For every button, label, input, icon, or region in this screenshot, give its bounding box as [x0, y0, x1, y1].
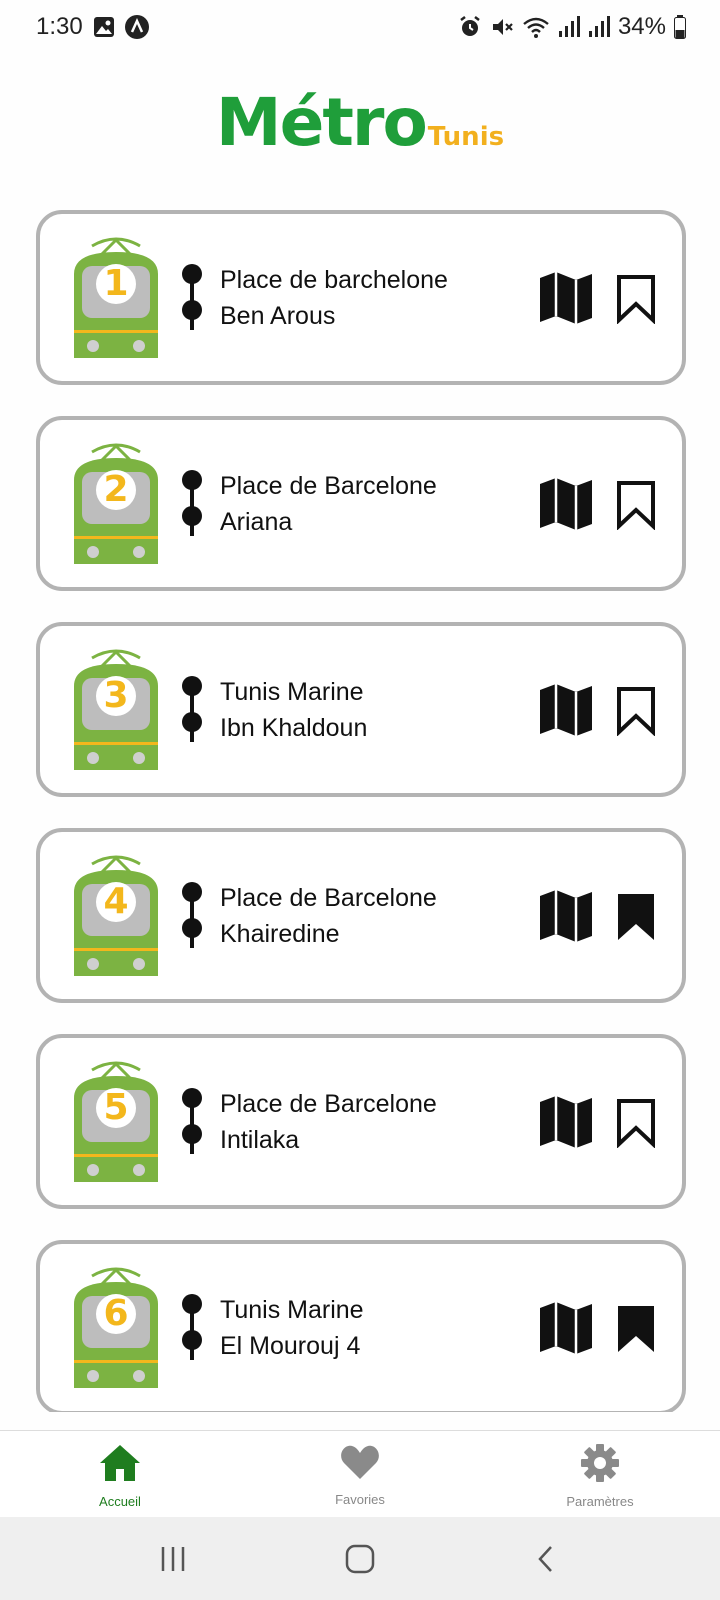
nav-item-parametres[interactable]: Paramètres [480, 1431, 720, 1517]
nav-item-accueil[interactable]: Accueil [0, 1431, 240, 1517]
map-icon[interactable] [538, 270, 594, 326]
signal-icon [588, 15, 610, 39]
station-to: Ariana [220, 508, 293, 536]
bookmark-outline-icon[interactable] [614, 274, 658, 325]
route-stops-icon [180, 674, 204, 746]
gear-icon [580, 1443, 620, 1488]
map-icon[interactable] [538, 1300, 594, 1356]
line-stations: Place de Barcelone Intilaka [220, 1086, 540, 1158]
bottom-navigation: Accueil Favories Paramètres [0, 1430, 720, 1517]
route-stops-icon [180, 262, 204, 334]
status-bar: 1:30 34% [0, 0, 720, 54]
line-stations: Place de barchelone Ben Arous [220, 262, 540, 334]
station-from: Tunis Marine [220, 1296, 364, 1324]
station-from: Place de barchelone [220, 266, 448, 294]
line-number: 2 [96, 470, 136, 510]
line-number: 6 [96, 1294, 136, 1334]
recents-icon[interactable] [143, 1529, 203, 1589]
status-left: 1:30 [36, 13, 149, 41]
wifi-icon [522, 15, 550, 39]
route-stops-icon [180, 880, 204, 952]
line-number: 3 [96, 676, 136, 716]
bookmark-filled-icon[interactable] [614, 1304, 658, 1354]
line-card-2[interactable]: 2 Place de Barcelone Ariana [36, 416, 686, 591]
bookmark-outline-icon[interactable] [614, 480, 658, 531]
logo-tunis-text: Tunis [427, 122, 505, 152]
map-icon[interactable] [538, 682, 594, 738]
line-card-5[interactable]: 5 Place de Barcelone Intilaka [36, 1034, 686, 1209]
metro-line-list[interactable]: 1 Place de barchelone Ben Arous 2 Place … [36, 210, 686, 1412]
route-stops-icon [180, 468, 204, 540]
station-to: Khairedine [220, 920, 340, 948]
bookmark-outline-icon[interactable] [614, 686, 658, 737]
tram-icon: 1 [66, 234, 166, 364]
map-icon[interactable] [538, 476, 594, 532]
nav-item-favories[interactable]: Favories [240, 1431, 480, 1517]
bookmark-outline-icon[interactable] [614, 1098, 658, 1149]
line-card-1[interactable]: 1 Place de barchelone Ben Arous [36, 210, 686, 385]
alarm-icon [458, 15, 482, 39]
tram-icon: 4 [66, 852, 166, 982]
line-stations: Tunis Marine Ibn Khaldoun [220, 674, 540, 746]
route-stops-icon [180, 1292, 204, 1364]
home-button-icon[interactable] [330, 1529, 390, 1589]
station-from: Place de Barcelone [220, 1090, 437, 1118]
heart-icon [340, 1443, 380, 1486]
station-to: Ibn Khaldoun [220, 714, 368, 742]
image-icon [93, 16, 115, 38]
station-to: Ben Arous [220, 302, 336, 330]
line-number: 5 [96, 1088, 136, 1128]
mute-icon [490, 15, 514, 39]
nav-label-parametres: Paramètres [566, 1494, 634, 1509]
logo-metro-text: Métro [215, 84, 428, 161]
tram-icon: 3 [66, 646, 166, 776]
battery-icon [674, 15, 686, 39]
line-card-3[interactable]: 3 Tunis Marine Ibn Khaldoun [36, 622, 686, 797]
bookmark-filled-icon[interactable] [614, 892, 658, 942]
line-number: 1 [96, 264, 136, 304]
map-icon[interactable] [538, 1094, 594, 1150]
battery-percent: 34% [617, 13, 666, 40]
nav-label-accueil: Accueil [99, 1494, 141, 1509]
station-to: Intilaka [220, 1126, 300, 1154]
line-stations: Place de Barcelone Khairedine [220, 880, 540, 952]
line-number: 4 [96, 882, 136, 922]
line-stations: Place de Barcelone Ariana [220, 468, 540, 540]
tram-icon: 5 [66, 1058, 166, 1188]
map-icon[interactable] [538, 888, 594, 944]
station-from: Place de Barcelone [220, 884, 437, 912]
line-card-6[interactable]: 6 Tunis Marine El Mourouj 4 [36, 1240, 686, 1412]
a-badge-icon [124, 15, 149, 39]
station-from: Place de Barcelone [220, 472, 437, 500]
signal-icon [558, 15, 580, 39]
status-time: 1:30 [36, 13, 83, 40]
nav-label-favories: Favories [335, 1492, 385, 1507]
station-from: Tunis Marine [220, 678, 364, 706]
tram-icon: 6 [66, 1264, 166, 1394]
line-stations: Tunis Marine El Mourouj 4 [220, 1292, 540, 1364]
route-stops-icon [180, 1086, 204, 1158]
home-icon [98, 1443, 142, 1488]
back-icon[interactable] [517, 1529, 577, 1589]
status-right: 34% [458, 13, 686, 41]
line-card-4[interactable]: 4 Place de Barcelone Khairedine [36, 828, 686, 1003]
app-logo: Métro Tunis [0, 66, 720, 156]
tram-icon: 2 [66, 440, 166, 570]
system-navigation-bar [0, 1517, 720, 1600]
station-to: El Mourouj 4 [220, 1332, 361, 1360]
